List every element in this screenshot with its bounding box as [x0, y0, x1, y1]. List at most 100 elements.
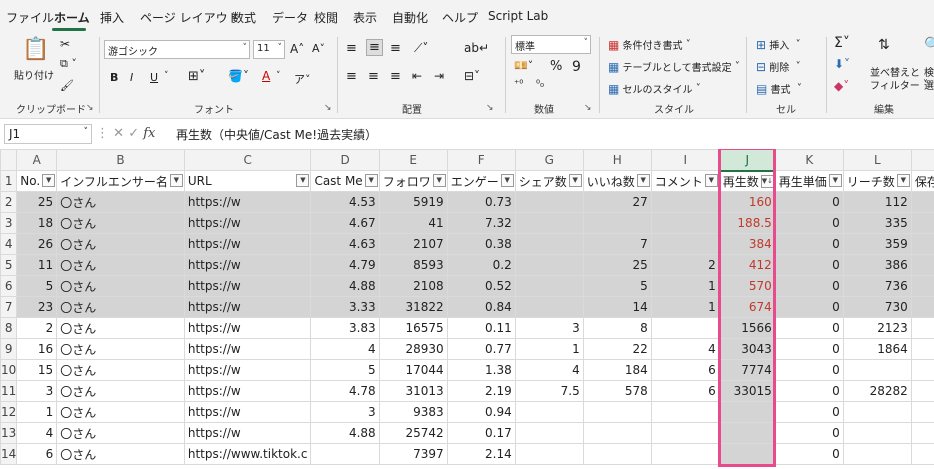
table-cell[interactable]: [514, 233, 584, 255]
table-cell[interactable]: 〇さん: [56, 359, 185, 381]
format-as-table-button[interactable]: ▦ テーブルとして書式設定 ˅: [608, 59, 740, 75]
table-cell[interactable]: [650, 233, 720, 255]
table-cell[interactable]: 0.94: [446, 401, 516, 423]
borders-icon[interactable]: ⊞˅: [188, 69, 205, 84]
align-left-icon[interactable]: ≡: [346, 69, 357, 84]
table-cell[interactable]: https://w: [183, 380, 312, 402]
table-header-cell[interactable]: URL ▼: [183, 170, 312, 192]
menu-home[interactable]: ホーム: [54, 9, 90, 26]
cut-icon[interactable]: ✂: [60, 37, 70, 51]
row-header[interactable]: 3: [0, 212, 18, 234]
table-cell[interactable]: https://w: [183, 317, 312, 339]
table-header-cell[interactable]: リーチ数 ▼: [842, 170, 912, 192]
table-cell[interactable]: 5: [310, 359, 380, 381]
table-cell[interactable]: 3: [16, 380, 58, 402]
align-center-icon[interactable]: ≡: [368, 69, 379, 84]
column-header-c[interactable]: C: [183, 149, 312, 171]
table-cell[interactable]: 2: [650, 254, 720, 276]
table-cell[interactable]: 17044: [378, 359, 448, 381]
row-header[interactable]: 12: [0, 401, 18, 423]
table-cell[interactable]: 578: [582, 380, 652, 402]
chevron-down-icon[interactable]: ˅: [276, 71, 281, 81]
fill-icon[interactable]: ⬇˅: [834, 57, 850, 71]
table-cell[interactable]: https://w: [183, 275, 312, 297]
table-cell[interactable]: 〇さん: [56, 191, 185, 213]
column-header-k[interactable]: K: [774, 149, 844, 171]
table-cell[interactable]: 359: [842, 233, 912, 255]
table-cell[interactable]: 1: [650, 296, 720, 318]
filter-dropdown-icon[interactable]: ▼: [704, 174, 718, 187]
format-cells-button[interactable]: ▤ 書式 ˅: [756, 81, 802, 97]
table-cell[interactable]: 16: [16, 338, 58, 360]
table-cell[interactable]: 730: [842, 296, 912, 318]
table-cell[interactable]: 8: [582, 317, 652, 339]
table-cell[interactable]: 26: [16, 233, 58, 255]
table-cell[interactable]: https://w: [183, 191, 312, 213]
menu-formulas[interactable]: 数式: [232, 9, 256, 26]
table-cell[interactable]: 〇さん: [56, 422, 185, 444]
table-cell[interactable]: 4.67: [310, 212, 380, 234]
table-cell[interactable]: 〇さん: [56, 233, 185, 255]
table-cell[interactable]: 1.5: [910, 254, 934, 276]
filter-dropdown-icon[interactable]: ▼: [432, 174, 446, 187]
table-cell[interactable]: 3043: [718, 338, 776, 360]
table-cell[interactable]: 28282: [842, 380, 912, 402]
table-cell[interactable]: 31822: [378, 296, 448, 318]
table-cell[interactable]: 7.32: [446, 212, 516, 234]
cell-styles-button[interactable]: ▦ セルのスタイル ˅: [608, 81, 701, 97]
table-cell[interactable]: https://w: [183, 212, 312, 234]
table-cell[interactable]: 0.11: [446, 317, 516, 339]
table-cell[interactable]: 34: [910, 380, 934, 402]
menu-help[interactable]: ヘルプ: [442, 9, 478, 26]
table-cell[interactable]: [514, 254, 584, 276]
table-cell[interactable]: 1: [650, 275, 720, 297]
table-cell[interactable]: 41: [378, 212, 448, 234]
table-cell[interactable]: [718, 401, 776, 423]
format-painter-icon[interactable]: 🖌: [60, 79, 74, 92]
cancel-icon[interactable]: ✕: [113, 126, 124, 141]
autosum-icon[interactable]: Σ˅: [834, 35, 850, 51]
table-header-cell[interactable]: 再生単価 ▼: [774, 170, 844, 192]
wrap-text-icon[interactable]: ab↵: [464, 41, 489, 55]
row-header[interactable]: 13: [0, 422, 18, 444]
find-select-label-2[interactable]: 選: [924, 77, 934, 92]
table-cell[interactable]: 7397: [378, 443, 448, 465]
table-cell[interactable]: 〇さん: [56, 380, 185, 402]
table-cell[interactable]: [650, 401, 720, 423]
table-cell[interactable]: 1.38: [446, 359, 516, 381]
table-cell[interactable]: 0.2: [446, 254, 516, 276]
table-cell[interactable]: [842, 359, 912, 381]
table-cell[interactable]: 7: [582, 233, 652, 255]
table-cell[interactable]: 188.5: [718, 212, 776, 234]
table-cell[interactable]: [910, 422, 934, 444]
menu-page-layout[interactable]: ページ レイアウト: [140, 9, 240, 26]
table-cell[interactable]: 5: [582, 275, 652, 297]
menu-file[interactable]: ファイル: [6, 9, 54, 26]
column-header-d[interactable]: D: [310, 149, 380, 171]
paste-button[interactable]: 貼り付け: [14, 67, 54, 82]
fill-color-icon[interactable]: 🪣˅: [228, 69, 249, 83]
table-cell[interactable]: 0.77: [446, 338, 516, 360]
name-box[interactable]: J1 ˅: [4, 124, 92, 144]
table-cell[interactable]: [910, 212, 934, 234]
number-launcher-icon[interactable]: ↘: [584, 103, 592, 113]
table-cell[interactable]: 736: [842, 275, 912, 297]
table-cell[interactable]: 4: [910, 317, 934, 339]
row-header[interactable]: 10: [0, 359, 18, 381]
table-cell[interactable]: [650, 191, 720, 213]
comma-style-icon[interactable]: 9: [572, 59, 581, 75]
table-cell[interactable]: 1864: [842, 338, 912, 360]
table-cell[interactable]: 0: [774, 275, 844, 297]
table-cell[interactable]: 0.17: [446, 422, 516, 444]
table-cell[interactable]: 8593: [378, 254, 448, 276]
filter-dropdown-icon[interactable]: ▼: [364, 174, 378, 187]
table-cell[interactable]: 14: [582, 296, 652, 318]
table-cell[interactable]: 18: [16, 212, 58, 234]
table-cell[interactable]: 4: [514, 359, 584, 381]
table-cell[interactable]: 4.78: [310, 380, 380, 402]
table-cell[interactable]: 5919: [378, 191, 448, 213]
table-cell[interactable]: 2: [910, 338, 934, 360]
copy-icon[interactable]: ⧉ ˅: [60, 57, 77, 71]
table-cell[interactable]: 〇さん: [56, 338, 185, 360]
table-header-cell[interactable]: コメント ▼: [650, 170, 720, 192]
